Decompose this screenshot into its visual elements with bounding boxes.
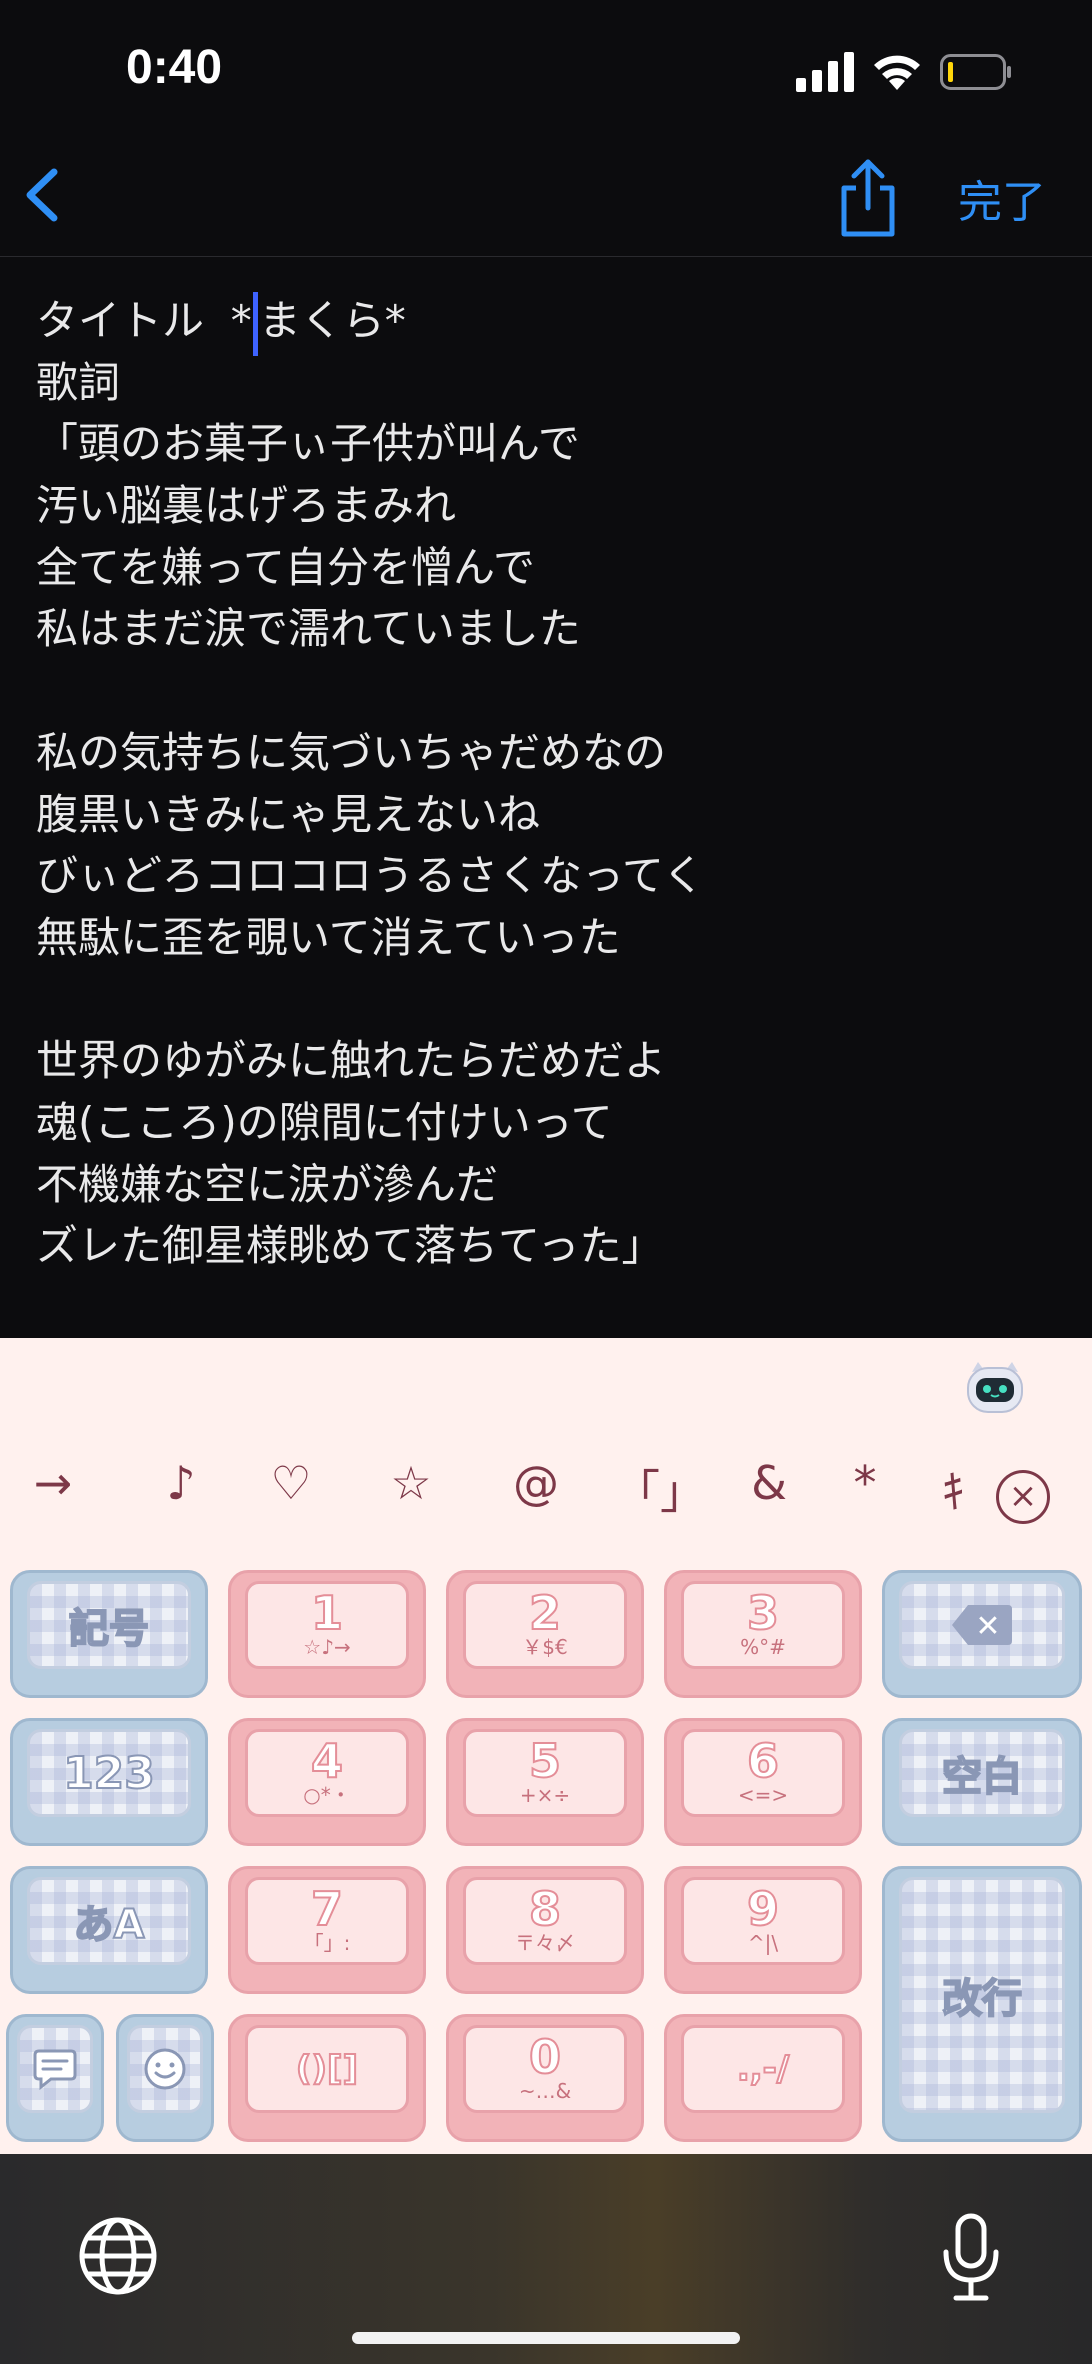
numbers-key[interactable]: 123 <box>10 1718 208 1846</box>
key-label: 5 <box>528 1734 562 1788</box>
key-label: 3 <box>746 1586 780 1640</box>
status-bar: 0:40 <box>0 0 1092 140</box>
delete-glyph: ✕ <box>975 1609 1000 1644</box>
key-label: 123 <box>62 1747 156 1800</box>
note-line: 汚い脳裏はげろまみれ <box>36 481 457 531</box>
battery-icon <box>940 54 1011 90</box>
key-3[interactable]: 3 %°# <box>664 1570 862 1698</box>
smiley-icon <box>144 2048 186 2090</box>
backspace-icon: ✕ <box>952 1605 1012 1645</box>
key-label: .,-/ <box>736 2048 790 2090</box>
note-line: 無駄に歪を覗いて消えていった <box>36 912 621 962</box>
navigation-bar: 完了 <box>0 140 1092 257</box>
wifi-icon <box>874 55 920 90</box>
key-sublabel: +×÷ <box>519 1783 571 1807</box>
back-chevron-icon[interactable] <box>14 160 74 230</box>
cellular-signal-icon <box>796 52 854 92</box>
note-line: 全てを嫌って自分を憎んで <box>36 542 535 592</box>
key-sublabel: ￥$€ <box>522 1635 568 1659</box>
note-line: ズレた御星様眺めて落ちてった」 <box>36 1221 664 1271</box>
key-sublabel: ~…& <box>518 2079 572 2103</box>
kana-switch-key[interactable]: あA <box>10 1866 208 1994</box>
note-line: 「頭のお菓子ぃ子供が叫んで <box>36 419 580 469</box>
key-label: 0 <box>528 2030 562 2084</box>
note-editor[interactable]: タイトル * まくら* 歌詞 「頭のお菓子ぃ子供が叫んで 汚い脳裏はげろまみれ 全… <box>36 290 1076 1277</box>
note-line: 魂(こころ)の隙間に付けいって <box>36 1097 613 1147</box>
key-label: 7 <box>310 1882 344 1936</box>
candidate-asterisk[interactable]: * <box>850 1456 880 1510</box>
note-line: びぃどろコロコロうるさくなってく <box>36 851 705 901</box>
candidate-at[interactable]: @ <box>508 1456 564 1510</box>
candidate-brackets[interactable]: 「」 <box>614 1456 706 1522</box>
key-5[interactable]: 5 +×÷ <box>446 1718 644 1846</box>
candidate-partial[interactable]: ｷ <box>942 1456 962 1522</box>
text-caret <box>252 291 258 356</box>
done-button[interactable]: 完了 <box>958 166 1046 230</box>
note-line: タイトル * まくら* <box>36 290 1076 356</box>
candidate-star[interactable]: ☆ <box>386 1456 436 1510</box>
note-template-key[interactable] <box>6 2014 104 2142</box>
key-label: あA <box>73 1901 146 1949</box>
keyboard: → ♪ ♡ ☆ @ 「」 & * ｷ × 記号 1 ☆♪→ 2 ￥$€ 3 %°# ✕… <box>0 1338 1092 2154</box>
candidate-ampersand[interactable]: & <box>744 1456 794 1510</box>
note-line-text: タイトル * <box>36 296 252 345</box>
note-line <box>36 969 1076 1031</box>
key-label: 2 <box>528 1586 562 1640</box>
note-line: 歌詞 <box>36 357 121 407</box>
key-2[interactable]: 2 ￥$€ <box>446 1570 644 1698</box>
candidate-arrow[interactable]: → <box>28 1456 78 1510</box>
share-icon[interactable] <box>832 154 904 240</box>
key-6[interactable]: 6 <=> <box>664 1718 862 1846</box>
robot-icon[interactable] <box>964 1358 1026 1416</box>
keyboard-bottom-bar <box>0 2154 1092 2364</box>
key-9[interactable]: 9 ^|\ <box>664 1866 862 1994</box>
globe-icon[interactable] <box>78 2216 158 2296</box>
key-label: 6 <box>746 1734 780 1788</box>
key-8[interactable]: 8 〒々〆 <box>446 1866 644 1994</box>
key-sublabel: 「」: <box>303 1931 351 1955</box>
key-label: 記号 <box>68 1605 150 1653</box>
enter-key[interactable]: 改行 <box>882 1866 1082 2142</box>
note-line: 世界のゆがみに触れたらだめだよ <box>36 1036 667 1086</box>
key-sublabel: ^|\ <box>747 1931 779 1955</box>
key-7[interactable]: 7 「」: <box>228 1866 426 1994</box>
key-sublabel: %°# <box>740 1635 786 1659</box>
emoji-key[interactable] <box>116 2014 214 2142</box>
message-icon <box>33 2049 77 2091</box>
key-1[interactable]: 1 ☆♪→ <box>228 1570 426 1698</box>
note-line: 腹黒いきみにゃ見えないね <box>36 789 541 839</box>
status-time: 0:40 <box>126 41 223 94</box>
punctuation-key[interactable]: .,-/ <box>664 2014 862 2142</box>
key-label: 1 <box>310 1586 344 1640</box>
note-line-text: まくら* <box>258 296 406 345</box>
candidate-heart[interactable]: ♡ <box>266 1456 316 1510</box>
key-label: 空白 <box>941 1753 1023 1801</box>
key-sublabel: ○*・ <box>303 1783 351 1807</box>
note-line: 私はまだ涙で濡れていました <box>36 604 581 654</box>
key-sublabel: <=> <box>737 1783 789 1807</box>
key-label: 8 <box>528 1882 562 1936</box>
space-key[interactable]: 空白 <box>882 1718 1082 1846</box>
key-label: 9 <box>746 1882 780 1936</box>
home-indicator <box>352 2332 740 2344</box>
close-candidates-icon[interactable]: × <box>996 1470 1050 1524</box>
microphone-icon[interactable] <box>940 2212 1002 2304</box>
note-line: 私の気持ちに気づいちゃだめなの <box>36 727 667 777</box>
note-line: 不機嫌な空に涙が滲んだ <box>36 1159 499 1209</box>
candidate-note[interactable]: ♪ <box>156 1456 206 1510</box>
symbols-key[interactable]: 記号 <box>10 1570 208 1698</box>
brackets-key[interactable]: ()[] <box>228 2014 426 2142</box>
key-sublabel: ☆♪→ <box>303 1635 351 1659</box>
key-label: 改行 <box>941 1975 1023 2023</box>
key-sublabel: 〒々〆 <box>515 1931 575 1955</box>
key-label: 4 <box>310 1734 344 1788</box>
key-4[interactable]: 4 ○*・ <box>228 1718 426 1846</box>
key-0[interactable]: 0 ~…& <box>446 2014 644 2142</box>
key-label: ()[] <box>295 2048 359 2090</box>
candidate-bar: → ♪ ♡ ☆ @ 「」 & * ｷ × <box>0 1448 1092 1530</box>
note-line <box>36 660 1076 722</box>
delete-key[interactable]: ✕ <box>882 1570 1082 1698</box>
